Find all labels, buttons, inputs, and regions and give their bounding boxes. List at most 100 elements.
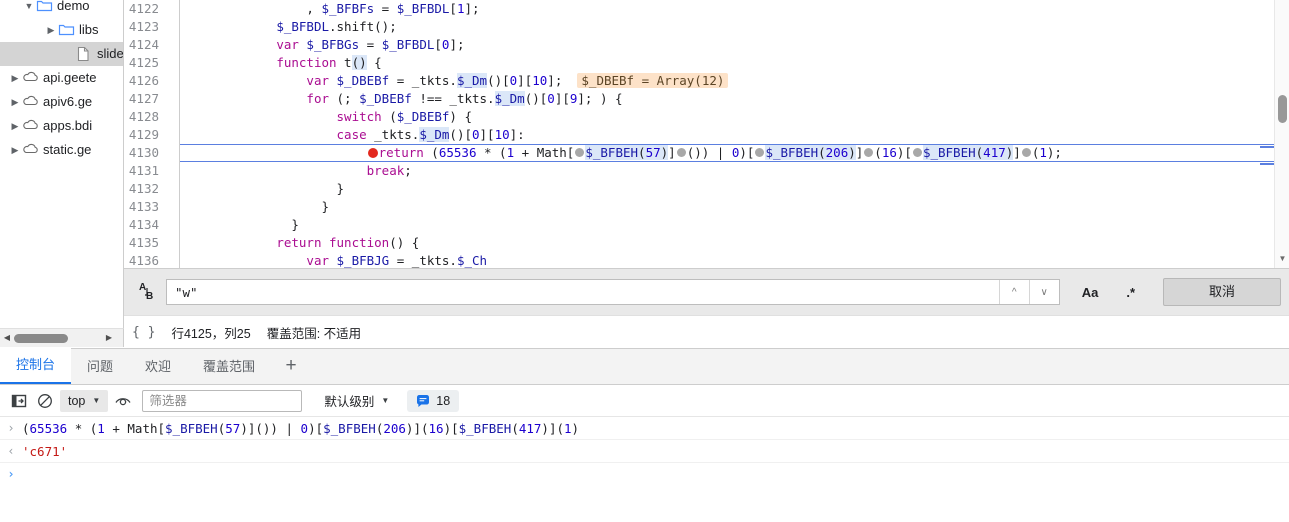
chevron-right-icon[interactable]: ▶	[44, 18, 58, 42]
inline-breakpoint-icon[interactable]	[864, 148, 874, 157]
console-tab-bar: 控制台 问题 欢迎 覆盖范围 +	[0, 348, 1289, 385]
inline-breakpoint-icon[interactable]	[367, 147, 378, 158]
console-output[interactable]: › (65536 * (1 + Math[$_BFBEH(57)]()) | 0…	[0, 417, 1289, 485]
line-content: }	[186, 199, 329, 214]
editor-vertical-scrollbar[interactable]: ▼	[1274, 0, 1289, 268]
tab-console[interactable]: 控制台	[0, 348, 72, 384]
code-line[interactable]: 4132 }	[124, 180, 1289, 198]
tree-item-slide[interactable]: slide	[0, 42, 123, 66]
scroll-left-icon[interactable]: ◀	[1, 329, 13, 347]
tree-item-apps-bdi[interactable]: ▶ apps.bdi	[0, 114, 123, 138]
code-line[interactable]: 4134 }	[124, 216, 1289, 234]
message-count: 18	[436, 393, 451, 408]
find-input[interactable]	[167, 280, 999, 304]
tab-issues[interactable]: 问题	[71, 349, 129, 384]
filter-input-wrapper[interactable]	[142, 389, 303, 412]
code-line[interactable]: 4128 switch ($_DBEBf) {	[124, 108, 1289, 126]
inline-breakpoint-icon[interactable]	[755, 148, 765, 157]
tree-horizontal-scrollbar[interactable]: ◀ ▶	[0, 328, 124, 347]
code-line[interactable]: 4135 return function() {	[124, 234, 1289, 252]
code-line[interactable]: 4129 case _tkts.$_Dm()[0][10]:	[124, 126, 1289, 144]
code-line[interactable]: 4127 for (; $_DBEBf !== _tkts.$_Dm()[0][…	[124, 90, 1289, 108]
line-number[interactable]: 4131	[124, 162, 180, 180]
find-prev-button[interactable]: ^	[998, 280, 1029, 304]
line-number[interactable]: 4124	[124, 36, 180, 54]
console-input-text: (65536 * (1 + Math[$_BFBEH(57)]()) | 0)[…	[22, 421, 580, 436]
line-number[interactable]: 4123	[124, 18, 180, 36]
inline-breakpoint-icon[interactable]	[1021, 148, 1031, 157]
tree-item-label: apps.bdi	[43, 118, 93, 133]
code-editor[interactable]: 4122 , $_BFBFs = $_BFBDL[1]; 4123 $_BFBD…	[124, 0, 1289, 268]
line-content: function t() {	[276, 55, 382, 70]
scrollbar-thumb[interactable]	[14, 334, 68, 343]
tree-item-static-ge[interactable]: ▶ static.ge	[0, 138, 123, 162]
message-count-badge[interactable]: 18	[407, 389, 460, 412]
line-number[interactable]: 4134	[124, 216, 180, 234]
code-line-current[interactable]: 4130 return (65536 * (1 + Math[$_BFBEH(5…	[124, 144, 1289, 162]
regex-button[interactable]: .*	[1120, 282, 1141, 303]
console-sidebar-icon[interactable]	[6, 389, 32, 413]
line-number[interactable]: 4127	[124, 90, 180, 108]
line-number[interactable]: 4128	[124, 108, 180, 126]
tree-item-libs[interactable]: ▶ libs	[0, 18, 123, 42]
add-tab-button[interactable]: +	[271, 349, 311, 384]
file-icon	[76, 46, 93, 62]
code-line[interactable]: 4125 function t() {	[124, 54, 1289, 72]
scroll-down-icon[interactable]: ▼	[1275, 252, 1289, 266]
chevron-right-icon[interactable]: ▶	[8, 66, 22, 90]
execution-context-selector[interactable]: top ▼	[60, 389, 109, 412]
code-line[interactable]: 4123 $_BFBDL.shift();	[124, 18, 1289, 36]
console-entry-result[interactable]: ‹ 'c671'	[0, 440, 1289, 463]
replace-icon[interactable]: A B	[132, 280, 166, 305]
console-entry-input[interactable]: › (65536 * (1 + Math[$_BFBEH(57)]()) | 0…	[0, 417, 1289, 440]
line-number[interactable]: 4129	[124, 126, 180, 144]
inline-breakpoint-icon[interactable]	[575, 148, 585, 157]
code-line[interactable]: 4136 var $_BFBJG = _tkts.$_Ch	[124, 252, 1289, 268]
code-lines[interactable]: 4122 , $_BFBFs = $_BFBDL[1]; 4123 $_BFBD…	[124, 0, 1289, 268]
tab-welcome[interactable]: 欢迎	[129, 349, 187, 384]
code-line[interactable]: 4133 }	[124, 198, 1289, 216]
console-result-text: 'c671'	[22, 444, 68, 459]
line-number[interactable]: 4126	[124, 72, 180, 90]
match-case-button[interactable]: Aa	[1076, 282, 1105, 303]
line-number[interactable]: 4122	[124, 0, 180, 18]
scroll-right-icon[interactable]: ▶	[103, 329, 115, 347]
line-number[interactable]: 4125	[124, 54, 180, 72]
clear-console-icon[interactable]	[32, 389, 58, 413]
line-number[interactable]: 4130	[124, 144, 180, 162]
scrollbar-thumb[interactable]	[1278, 95, 1287, 123]
code-line[interactable]: 4124 var $_BFBGs = $_BFBDL[0];	[124, 36, 1289, 54]
chevron-right-icon[interactable]: ▶	[8, 138, 22, 162]
file-navigator-tree[interactable]: ▼ ▼ demo ▶ libs	[0, 0, 124, 328]
line-number[interactable]: 4132	[124, 180, 180, 198]
tree-item-api-geete[interactable]: ▶ api.geete	[0, 66, 123, 90]
tree-item-apiv6-ge[interactable]: ▶ apiv6.ge	[0, 90, 123, 114]
inline-breakpoint-icon[interactable]	[676, 148, 686, 157]
console-panel: 控制台 问题 欢迎 覆盖范围 + top ▼ 筛选器 默认级别 ▼ 18 › (…	[0, 348, 1289, 522]
code-line[interactable]: 4122 , $_BFBFs = $_BFBDL[1];	[124, 0, 1289, 18]
log-level-selector[interactable]: 默认级别 ▼	[316, 390, 397, 412]
chevron-down-icon[interactable]: ▼	[22, 0, 36, 18]
cancel-button[interactable]: 取消	[1163, 278, 1281, 306]
line-number[interactable]: 4133	[124, 198, 180, 216]
line-content: $_BFBDL.shift();	[276, 19, 397, 34]
line-number[interactable]: 4135	[124, 234, 180, 252]
code-line[interactable]: 4131 break;	[124, 162, 1289, 180]
live-expression-icon[interactable]	[110, 389, 136, 413]
console-prompt-row[interactable]: ›	[0, 463, 1289, 485]
filter-input[interactable]	[143, 390, 302, 411]
tree-item-demo[interactable]: ▼ demo	[0, 0, 123, 18]
chevron-right-icon[interactable]: ▶	[8, 90, 22, 114]
pretty-print-button[interactable]: { }	[132, 325, 155, 340]
line-content: var $_BFBGs = $_BFBDL[0];	[276, 37, 465, 52]
line-content: return (65536 * (1 + Math[$_BFBEH(57)]()…	[186, 144, 1062, 162]
find-input-wrapper[interactable]: ^ ∨	[166, 279, 1060, 305]
code-line[interactable]: 4126 var $_DBEBf = _tkts.$_Dm()[0][10]; …	[124, 72, 1289, 90]
line-number[interactable]: 4136	[124, 252, 180, 268]
inline-breakpoint-icon[interactable]	[912, 148, 922, 157]
cloud-icon	[22, 94, 39, 110]
chevron-right-icon[interactable]: ▶	[8, 114, 22, 138]
log-level-label: 默认级别	[324, 395, 375, 409]
tab-coverage[interactable]: 覆盖范围	[187, 349, 271, 384]
find-next-button[interactable]: ∨	[1028, 280, 1059, 304]
